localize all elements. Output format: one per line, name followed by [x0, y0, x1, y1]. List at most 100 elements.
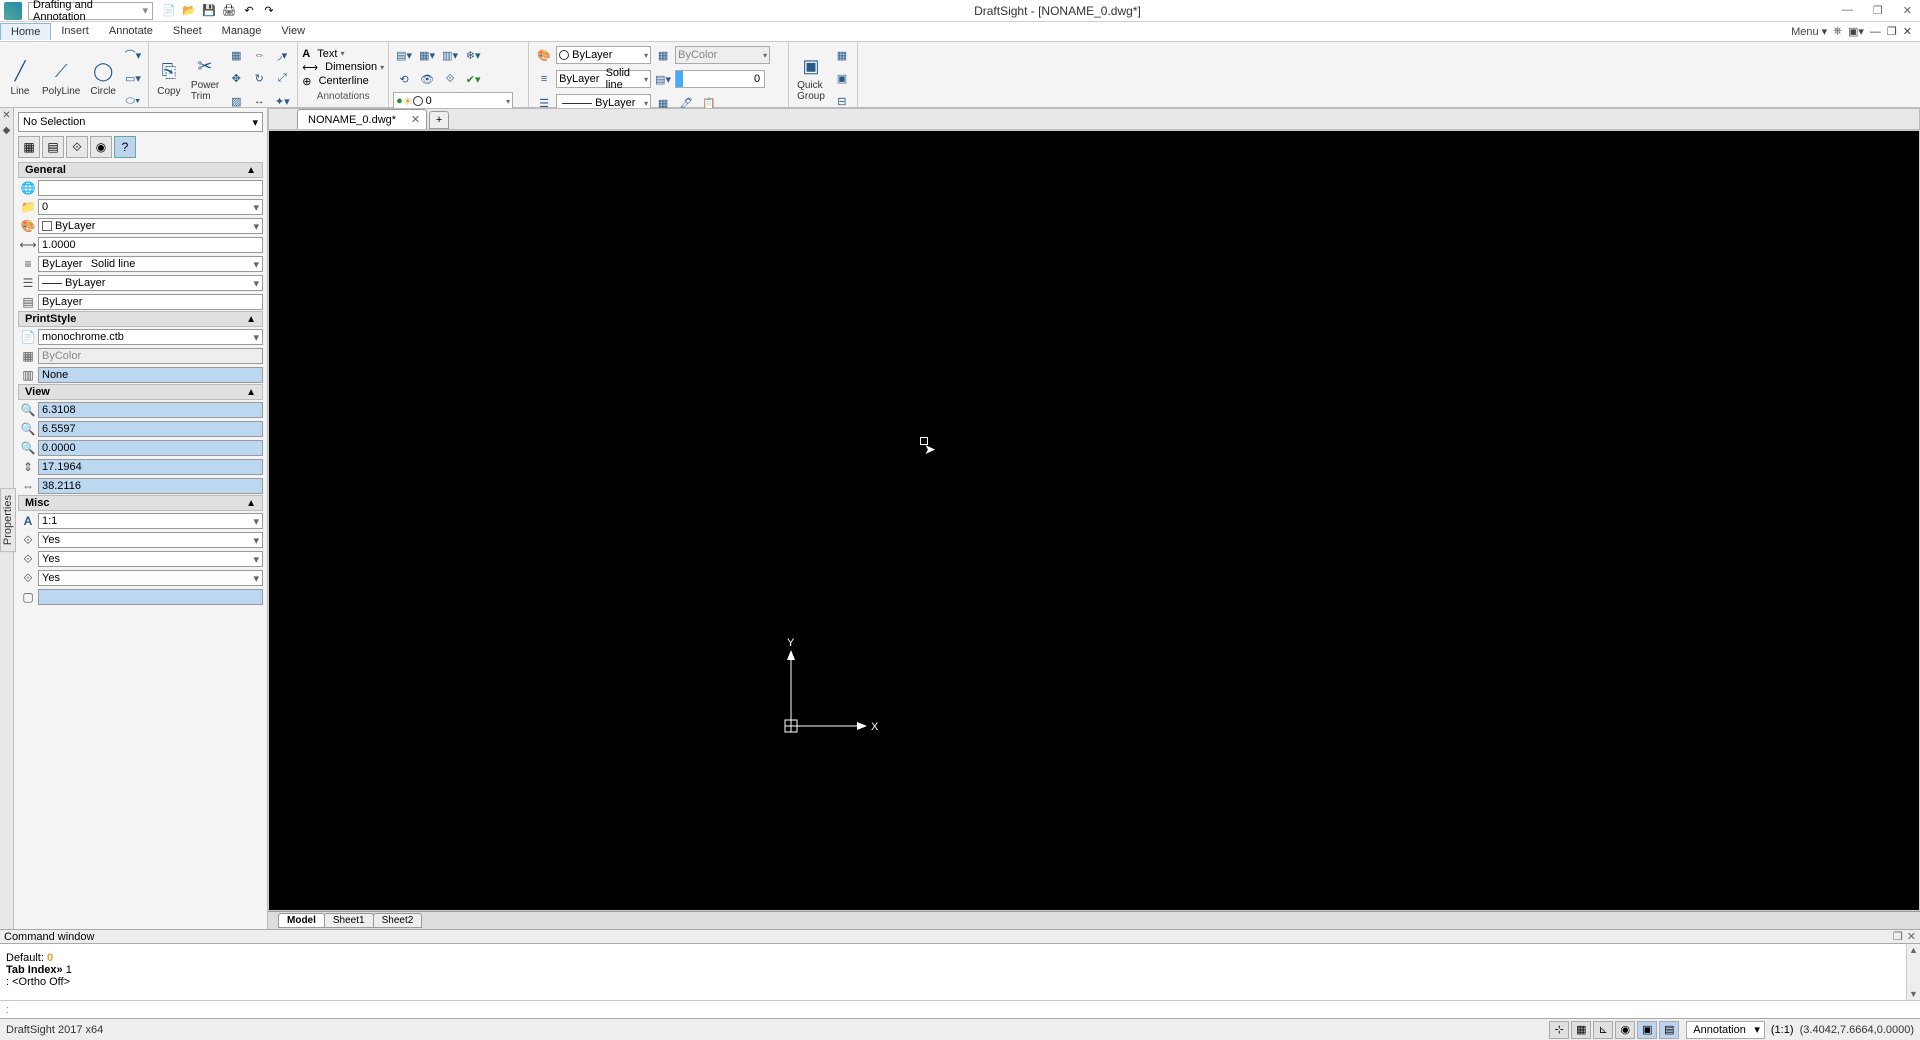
palette-pin-icon[interactable]: ◆: [3, 125, 11, 136]
line-button[interactable]: ╱Line: [4, 58, 36, 99]
section-header-misc[interactable]: Misc▲: [18, 495, 263, 511]
layer-check-icon[interactable]: ✔▾: [462, 68, 484, 90]
properties-palette-label[interactable]: Properties: [0, 488, 16, 552]
mdi-restore-icon[interactable]: ❐: [1887, 25, 1897, 38]
new-tab-button[interactable]: +: [429, 111, 449, 129]
open-icon[interactable]: 📂: [181, 3, 197, 19]
linescale-field[interactable]: 1.0000: [38, 237, 263, 253]
ctb-field[interactable]: monochrome.ctb▾: [38, 329, 263, 345]
mdi-close-icon[interactable]: ✕: [1903, 25, 1912, 38]
cmd-close-icon[interactable]: ✕: [1907, 930, 1916, 943]
annotation-scale-dropdown[interactable]: Annotation ▾: [1686, 1021, 1765, 1039]
color-dropdown[interactable]: ByLayer▾: [556, 46, 651, 64]
prop-list-icon[interactable]: ▤▾: [652, 68, 674, 90]
redo-icon[interactable]: ↷: [261, 3, 277, 19]
new-icon[interactable]: 📄: [161, 3, 177, 19]
misc-y2-field[interactable]: Yes▾: [38, 551, 263, 567]
layer-states-icon[interactable]: ▦▾: [416, 44, 438, 66]
linestyle-dropdown[interactable]: ByLayer Solid line▾: [556, 70, 651, 88]
scale-icon[interactable]: ⤢: [271, 67, 293, 89]
powertrim-button[interactable]: ✂Power Trim: [187, 52, 223, 104]
arc-icon[interactable]: ⌒▾: [122, 44, 144, 66]
misc-y3-field[interactable]: Yes▾: [38, 570, 263, 586]
sheet-tab-model[interactable]: Model: [278, 913, 325, 928]
linestyle-field[interactable]: ByLayer Solid line▾: [38, 256, 263, 272]
group-select-icon[interactable]: ▣: [831, 67, 853, 89]
misc-y1-field[interactable]: Yes▾: [38, 532, 263, 548]
text-button[interactable]: A Text▾: [302, 48, 344, 60]
tab-insert[interactable]: Insert: [51, 23, 99, 40]
minimize-button[interactable]: —: [1838, 4, 1857, 17]
doc-tab-active[interactable]: NONAME_0.dwg* ✕: [297, 109, 427, 129]
props-tool-3[interactable]: ⟐: [66, 136, 88, 158]
linestyle-icon[interactable]: ≡: [533, 68, 555, 90]
polyline-button[interactable]: ⟋PolyLine: [38, 58, 84, 99]
settings-icon[interactable]: ▣▾: [1848, 25, 1864, 38]
rectangle-icon[interactable]: ▭▾: [122, 67, 144, 89]
mirror-icon[interactable]: ⇔: [248, 44, 270, 66]
layer-match-icon[interactable]: ⟐: [439, 68, 461, 90]
copy-button[interactable]: ⎘Copy: [153, 58, 185, 99]
workspace-dropdown[interactable]: Drafting and Annotation ▾: [28, 2, 153, 20]
undo-icon[interactable]: ↶: [241, 3, 257, 19]
section-header-view[interactable]: View▲: [18, 384, 263, 400]
lineweight-field[interactable]: ByLayer▾: [38, 275, 263, 291]
move-icon[interactable]: ✥: [225, 67, 247, 89]
rotate-icon[interactable]: ↻: [248, 67, 270, 89]
cmd-restore-icon[interactable]: ❐: [1893, 930, 1903, 943]
sheet-tab-sheet1[interactable]: Sheet1: [324, 913, 374, 928]
save-icon[interactable]: 💾: [201, 3, 217, 19]
circle-button[interactable]: ◯Circle: [86, 58, 120, 99]
props-tool-5[interactable]: ?: [114, 136, 136, 158]
section-header-general[interactable]: General▲: [18, 162, 263, 178]
status-etrack-button[interactable]: ▤: [1659, 1021, 1679, 1039]
mdi-minimize-icon[interactable]: —: [1870, 26, 1881, 38]
group-edit-icon[interactable]: ▦: [831, 44, 853, 66]
print-icon[interactable]: 🖨: [221, 3, 237, 19]
tab-annotate[interactable]: Annotate: [99, 23, 163, 40]
command-input[interactable]: [13, 1004, 1914, 1016]
fillet-icon[interactable]: ◞▾: [271, 44, 293, 66]
transparency-input[interactable]: [675, 70, 765, 88]
status-esnap-button[interactable]: ▣: [1637, 1021, 1657, 1039]
tab-manage[interactable]: Manage: [212, 23, 272, 40]
layer-walk-icon[interactable]: 👁: [416, 68, 438, 90]
props-tool-4[interactable]: ◉: [90, 136, 112, 158]
color-swatch-icon[interactable]: ▦: [652, 44, 674, 66]
quickgroup-button[interactable]: ▣Quick Group: [793, 52, 829, 104]
sheet-tab-sheet2[interactable]: Sheet2: [373, 913, 423, 928]
layer-field[interactable]: 0▾: [38, 199, 263, 215]
layer-prev-icon[interactable]: ⟲: [393, 68, 415, 90]
anno-scale-field[interactable]: 1:1▾: [38, 513, 263, 529]
layer-iso-icon[interactable]: ▥▾: [439, 44, 461, 66]
maximize-button[interactable]: ❐: [1869, 4, 1887, 17]
help-icon[interactable]: ⎈: [1833, 25, 1842, 38]
props-tool-1[interactable]: ▦: [18, 136, 40, 158]
props-tool-2[interactable]: ▤: [42, 136, 64, 158]
palette-close-icon[interactable]: ✕: [2, 110, 10, 121]
tab-view[interactable]: View: [271, 23, 315, 40]
layer-manager-icon[interactable]: ▤▾: [393, 44, 415, 66]
status-snap-button[interactable]: ⊹: [1549, 1021, 1569, 1039]
close-tab-icon[interactable]: ✕: [411, 113, 420, 126]
status-polar-button[interactable]: ◉: [1615, 1021, 1635, 1039]
centerline-button[interactable]: ⊕ Centerline: [302, 75, 368, 88]
selection-dropdown[interactable]: No Selection ▾: [18, 112, 263, 132]
menu-button[interactable]: Menu ▾: [1791, 25, 1827, 38]
tab-sheet[interactable]: Sheet: [163, 23, 212, 40]
drawing-canvas[interactable]: ➤ Y X: [269, 131, 1919, 910]
bycolor-dropdown[interactable]: ByColor▾: [675, 46, 770, 64]
plot-field[interactable]: ByLayer: [38, 294, 263, 310]
layer-freeze-icon[interactable]: ❄▾: [462, 44, 484, 66]
color-picker-icon[interactable]: 🎨: [533, 44, 555, 66]
status-grid-button[interactable]: ▦: [1571, 1021, 1591, 1039]
close-button[interactable]: ✕: [1899, 4, 1916, 17]
pattern-icon[interactable]: ▦: [225, 44, 247, 66]
status-ortho-button[interactable]: ⊾: [1593, 1021, 1613, 1039]
section-header-printstyle[interactable]: PrintStyle▲: [18, 311, 263, 327]
hyperlink-field[interactable]: [38, 180, 263, 196]
dimension-button[interactable]: ⟷ Dimension▾: [302, 61, 384, 74]
tab-home[interactable]: Home: [0, 23, 51, 40]
cmd-scrollbar[interactable]: ▲▼: [1906, 944, 1920, 1000]
color-field[interactable]: ByLayer▾: [38, 218, 263, 234]
